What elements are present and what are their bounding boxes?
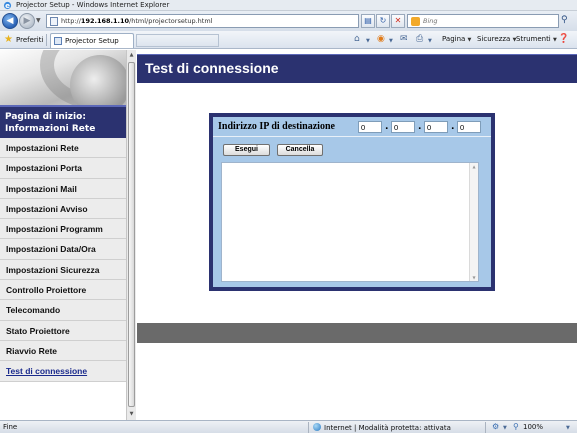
scroll-up-arrow-icon[interactable]: ▲ — [127, 52, 136, 58]
sidebar-item-network-restart[interactable]: Riavvio Rete — [0, 340, 127, 362]
page-menu[interactable]: Pagina ▼ — [442, 35, 471, 43]
status-divider — [308, 422, 309, 433]
refresh-button[interactable]: ↻ — [376, 14, 390, 28]
refresh-icon: ↻ — [379, 16, 387, 25]
search-icon[interactable]: ⚲ — [561, 15, 568, 25]
window-title-bar: e Projector Setup - Windows Internet Exp… — [0, 0, 577, 11]
address-toolbar: ◀ ▶ ▼ http://192.168.1.10/html/projector… — [0, 11, 577, 31]
status-divider — [485, 422, 486, 433]
ip-dot-separator: . — [385, 122, 389, 132]
ip-octet-1-input[interactable] — [358, 121, 382, 133]
internet-globe-icon — [313, 423, 321, 431]
read-mail-icon[interactable]: ✉ — [400, 34, 408, 44]
ip-octet-2-input[interactable] — [391, 121, 415, 133]
sidebar: Pagina di inizio: Informazioni Rete Impo… — [0, 50, 127, 420]
stop-button[interactable]: ✕ — [391, 14, 405, 28]
search-input[interactable] — [423, 16, 543, 26]
sidebar-item-schedule-settings[interactable]: Impostazioni Programm — [0, 219, 127, 240]
sidebar-home-link[interactable]: Pagina di inizio: Informazioni Rete — [0, 105, 127, 138]
destination-ip-row: Indirizzo IP di destinazione . . . — [213, 117, 491, 137]
sidebar-item-remote-control[interactable]: Telecomando — [0, 300, 127, 321]
tab-page-icon — [54, 37, 62, 45]
sidebar-scroll-thumb[interactable] — [128, 62, 135, 407]
connection-test-form: Indirizzo IP di destinazione . . . Esegu… — [213, 117, 491, 287]
tools-menu[interactable]: Strumenti ▼ — [516, 35, 557, 43]
tab-label: Projector Setup — [65, 37, 119, 45]
window-title: Projector Setup - Windows Internet Explo… — [16, 1, 170, 9]
sidebar-menu: Impostazioni Rete Impostazioni Porta Imp… — [0, 138, 127, 382]
sidebar-item-mail-settings[interactable]: Impostazioni Mail — [0, 178, 127, 199]
cancel-button[interactable]: Cancella — [277, 144, 323, 156]
search-box[interactable] — [407, 14, 559, 28]
ip-dot-separator: . — [451, 122, 455, 132]
home-icon[interactable]: ⌂ — [354, 34, 360, 44]
sidebar-item-network-settings[interactable]: Impostazioni Rete — [0, 138, 127, 159]
ip-octet-4-input[interactable] — [457, 121, 481, 133]
stop-icon: ✕ — [394, 16, 402, 25]
main-content: Test di connessione Indirizzo IP di dest… — [137, 50, 577, 420]
sidebar-item-date-time-settings[interactable]: Impostazioni Data/Ora — [0, 239, 127, 260]
address-url[interactable]: http://192.168.1.10/html/projectorsetup.… — [61, 17, 213, 25]
compatibility-view-icon: ▤ — [364, 16, 372, 25]
page-icon — [50, 17, 58, 26]
sidebar-logo-image — [0, 50, 127, 105]
test-result-textarea[interactable]: ▲ ▼ — [221, 162, 479, 282]
run-button[interactable]: Esegui — [223, 144, 270, 156]
sidebar-item-alert-settings[interactable]: Impostazioni Avviso — [0, 198, 127, 220]
svg-text:e: e — [5, 1, 10, 10]
scroll-down-arrow-icon[interactable]: ▼ — [127, 411, 136, 417]
connection-test-panel: Indirizzo IP di destinazione . . . Esegu… — [209, 113, 495, 291]
sidebar-item-port-settings[interactable]: Impostazioni Porta — [0, 158, 127, 179]
status-bar: Fine Internet | Modalità protetta: attiv… — [0, 420, 577, 433]
destination-ip-label: Indirizzo IP di destinazione — [218, 121, 335, 132]
result-scrollbar[interactable]: ▲ ▼ — [469, 163, 478, 281]
zoom-level[interactable]: 100% — [523, 423, 543, 431]
bing-icon — [411, 17, 420, 26]
result-scroll-down-icon[interactable]: ▼ — [470, 275, 478, 280]
print-dropdown-icon[interactable]: ▼ — [428, 38, 432, 44]
forward-button[interactable]: ▶ — [19, 13, 35, 29]
home-link-line1: Pagina di inizio: — [5, 112, 86, 122]
tab-projector-setup[interactable]: Projector Setup — [50, 33, 134, 48]
compatibility-view-button[interactable]: ▤ — [361, 14, 375, 28]
sidebar-item-projector-status[interactable]: Stato Proiettore — [0, 320, 127, 341]
sidebar-item-projector-control[interactable]: Controllo Proiettore — [0, 280, 127, 301]
sidebar-scrollbar[interactable]: ▲ ▼ — [126, 50, 136, 420]
back-arrow-icon: ◀ — [6, 16, 14, 26]
toolbar-divider — [46, 34, 47, 46]
feeds-icon[interactable]: ◉ — [377, 34, 385, 44]
home-link-line2: Informazioni Rete — [5, 124, 96, 134]
favorites-button[interactable]: Preferiti — [16, 36, 43, 44]
ip-octet-3-input[interactable] — [424, 121, 448, 133]
ip-dot-separator: . — [418, 122, 422, 132]
home-dropdown-icon[interactable]: ▼ — [366, 38, 370, 44]
ie-logo-icon: e — [3, 1, 12, 10]
zoom-icon[interactable]: ⚲ — [513, 422, 519, 431]
result-scroll-up-icon[interactable]: ▲ — [470, 164, 478, 169]
protected-mode-icon[interactable]: ⚙ — [492, 422, 499, 431]
sidebar-item-connection-test[interactable]: Test di connessione — [0, 361, 127, 382]
zoom-dropdown-icon[interactable]: ▼ — [566, 425, 570, 431]
security-menu[interactable]: Sicurezza ▼ — [477, 35, 516, 43]
help-icon[interactable]: ❓ — [558, 34, 569, 44]
sidebar-item-security-settings[interactable]: Impostazioni Sicurezza — [0, 259, 127, 281]
zoom-options-dropdown-icon[interactable]: ▼ — [503, 425, 507, 431]
feeds-dropdown-icon[interactable]: ▼ — [389, 38, 393, 44]
history-dropdown-icon[interactable]: ▼ — [36, 17, 41, 24]
footer-band — [137, 323, 577, 343]
address-bar[interactable]: http://192.168.1.10/html/projectorsetup.… — [46, 14, 359, 28]
favorites-star-icon[interactable]: ★ — [4, 34, 13, 45]
forward-arrow-icon: ▶ — [23, 16, 31, 26]
security-zone[interactable]: Internet | Modalità protetta: attivata — [313, 423, 451, 432]
new-tab-button[interactable] — [136, 34, 219, 47]
back-button[interactable]: ◀ — [2, 13, 18, 29]
status-text: Fine — [3, 423, 18, 431]
page-title: Test di connessione — [137, 54, 577, 83]
favorites-bar: ★ Preferiti Projector Setup ⌂ ▼ ◉ ▼ ✉ ⎙ … — [0, 31, 577, 49]
print-icon[interactable]: ⎙ — [416, 34, 423, 44]
